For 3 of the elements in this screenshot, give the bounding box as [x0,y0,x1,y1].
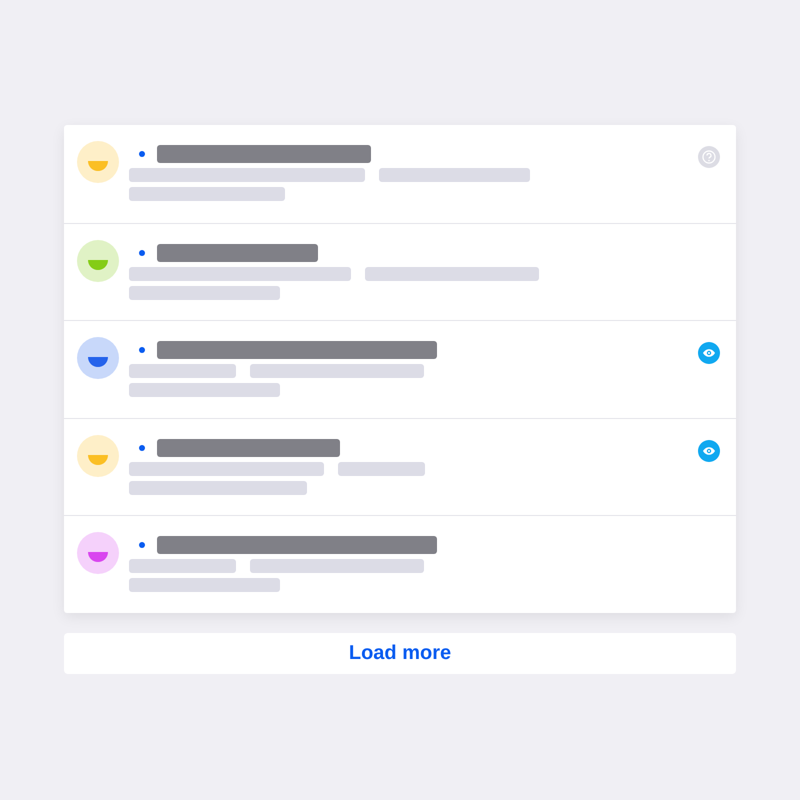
eye-icon[interactable] [698,342,720,364]
eye-icon[interactable] [698,440,720,462]
load-more-button[interactable]: Load more [64,632,736,674]
